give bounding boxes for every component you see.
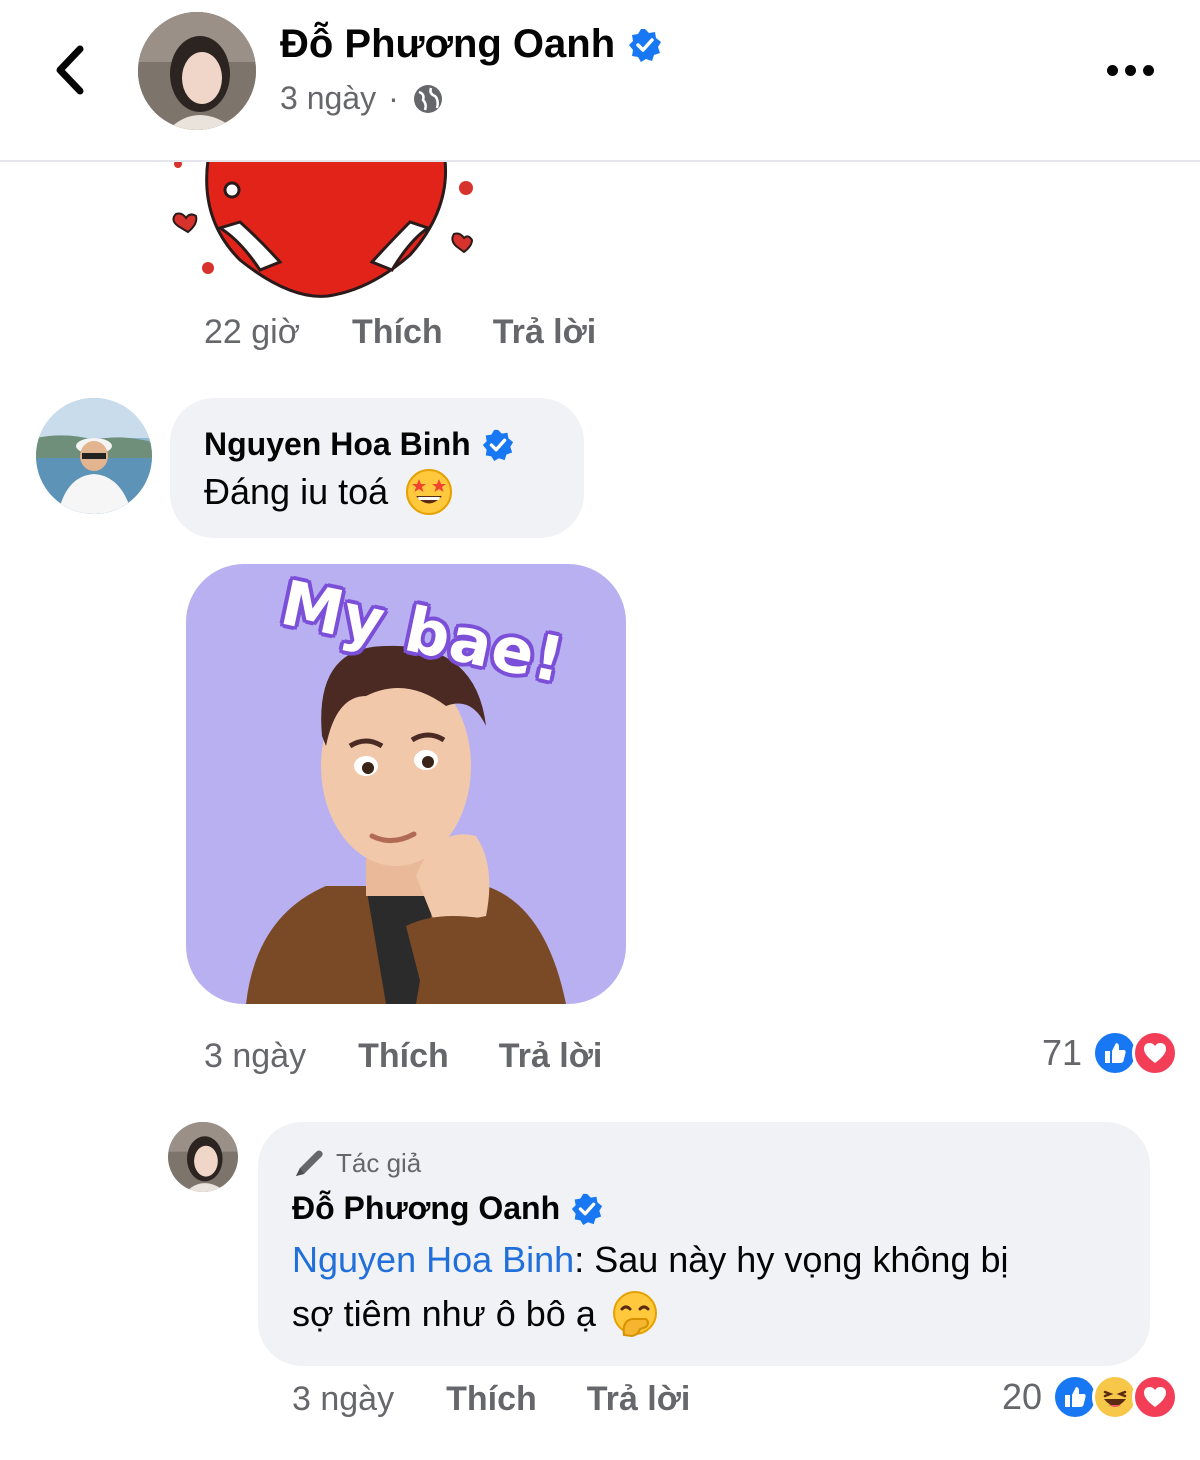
reaction-summary[interactable]: 71 xyxy=(1042,1030,1178,1076)
verified-icon xyxy=(572,1193,603,1225)
reply-actions: 3 ngày Thích Trả lời xyxy=(292,1380,690,1419)
like-button[interactable]: Thích xyxy=(446,1380,537,1419)
mention-link[interactable]: Nguyen Hoa Binh xyxy=(292,1239,574,1280)
like-button[interactable]: Thích xyxy=(352,313,443,352)
comment-bubble: Nguyen Hoa Binh Đáng iu toá xyxy=(170,398,584,538)
commenter-avatar[interactable] xyxy=(36,398,152,514)
reaction-summary[interactable]: 20 xyxy=(1002,1374,1178,1420)
love-icon xyxy=(1132,1030,1178,1076)
comment-text: Đáng iu toá xyxy=(204,471,389,512)
reply-button[interactable]: Trả lời xyxy=(499,1037,603,1076)
verified-icon xyxy=(629,28,662,62)
heart-sticker xyxy=(160,150,490,310)
reply-author-name[interactable]: Đỗ Phương Oanh xyxy=(292,1190,560,1227)
author-badge: Tác giả xyxy=(336,1147,422,1178)
back-icon xyxy=(56,45,84,95)
my-bae-sticker[interactable]: My bae! xyxy=(186,546,626,1004)
comment-time[interactable]: 22 giờ xyxy=(204,313,300,352)
reply-time[interactable]: 3 ngày xyxy=(292,1380,394,1419)
reply-button[interactable]: Trả lời xyxy=(493,313,597,352)
verified-icon xyxy=(482,429,513,461)
comment-actions: 3 ngày Thích Trả lời xyxy=(204,1037,602,1076)
reaction-count: 20 xyxy=(1001,1376,1042,1417)
love-icon xyxy=(1132,1374,1178,1420)
reply-text-line1: : Sau này hy vọng không bị xyxy=(574,1239,1009,1280)
post-header: Đỗ Phương Oanh 3 ngày · xyxy=(0,0,1200,162)
hand-over-mouth-emoji-icon xyxy=(612,1291,657,1338)
comment-time[interactable]: 3 ngày xyxy=(204,1037,306,1076)
author-avatar[interactable] xyxy=(138,12,256,130)
reply-button[interactable]: Trả lời xyxy=(587,1380,691,1419)
meta-separator: · xyxy=(388,80,399,116)
more-icon-dot xyxy=(1124,64,1136,76)
globe-icon xyxy=(413,84,442,113)
pen-icon xyxy=(296,1150,323,1176)
back-button[interactable] xyxy=(44,40,94,100)
comment-actions: 22 giờ Thích Trả lời xyxy=(204,313,596,352)
more-icon-dot xyxy=(1142,64,1154,76)
more-options-button[interactable] xyxy=(1100,52,1160,88)
reaction-count: 71 xyxy=(1041,1032,1082,1073)
reply-bubble: Tác giả Đỗ Phương Oanh Nguyen Hoa Binh: … xyxy=(258,1122,1150,1366)
star-struck-emoji-icon xyxy=(406,469,453,515)
reply-text-line2: sợ tiêm như ô bô ạ xyxy=(292,1293,596,1334)
more-icon-dot xyxy=(1106,64,1118,76)
author-name[interactable]: Đỗ Phương Oanh xyxy=(280,22,615,67)
commenter-name[interactable]: Nguyen Hoa Binh xyxy=(204,426,471,463)
author-reply-avatar[interactable] xyxy=(168,1122,238,1192)
reply-text: Nguyen Hoa Binh: Sau này hy vọng không b… xyxy=(292,1233,1116,1287)
like-button[interactable]: Thích xyxy=(358,1037,449,1076)
post-timestamp[interactable]: 3 ngày xyxy=(280,80,376,117)
